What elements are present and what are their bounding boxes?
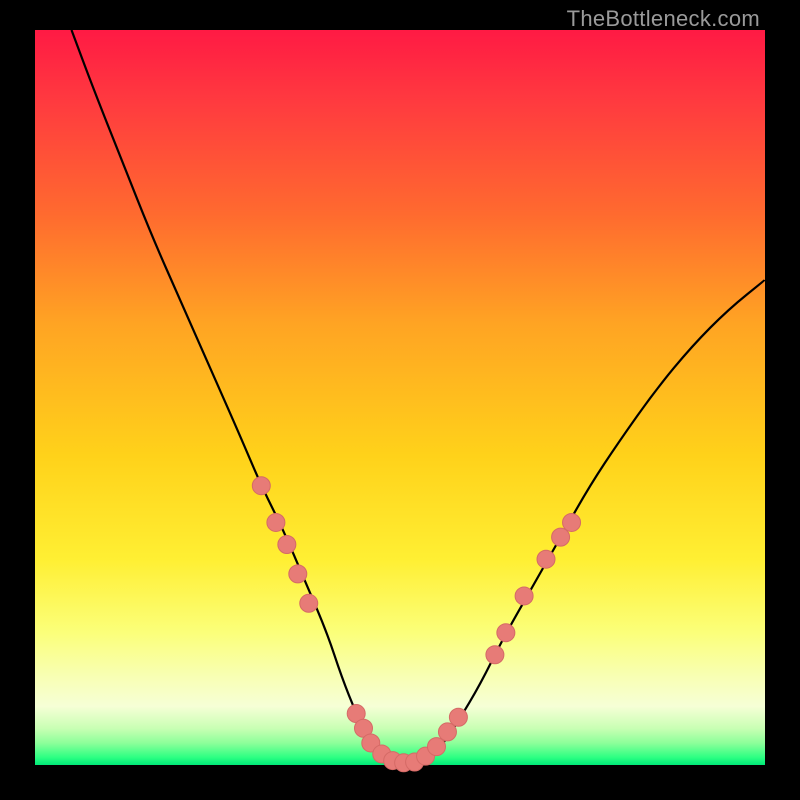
marker-dot	[278, 536, 296, 554]
marker-dot	[515, 587, 533, 605]
marker-dots	[252, 477, 580, 772]
chart-frame: TheBottleneck.com	[0, 0, 800, 800]
marker-dot	[428, 738, 446, 756]
marker-dot	[449, 708, 467, 726]
marker-dot	[289, 565, 307, 583]
marker-dot	[252, 477, 270, 495]
curve-svg	[35, 30, 765, 765]
marker-dot	[552, 528, 570, 546]
marker-dot	[486, 646, 504, 664]
marker-dot	[497, 624, 515, 642]
marker-dot	[537, 550, 555, 568]
bottleneck-curve	[72, 30, 766, 763]
plot-area	[35, 30, 765, 765]
marker-dot	[267, 513, 285, 531]
marker-dot	[563, 513, 581, 531]
watermark-text: TheBottleneck.com	[567, 6, 760, 32]
marker-dot	[438, 723, 456, 741]
marker-dot	[300, 594, 318, 612]
